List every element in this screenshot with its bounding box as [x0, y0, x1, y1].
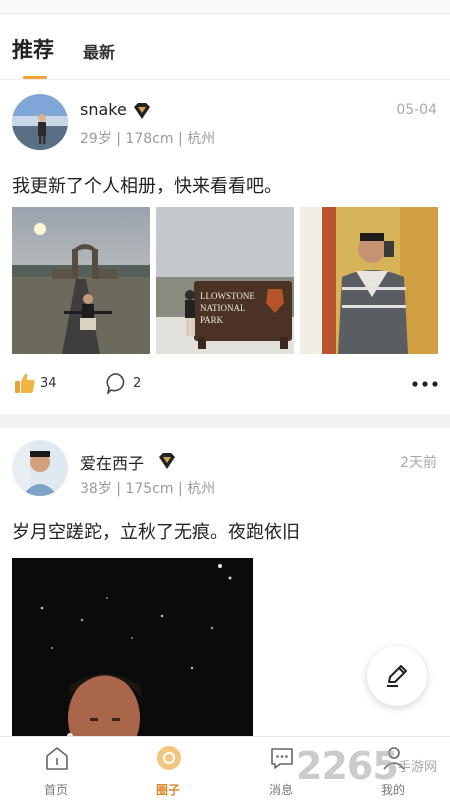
- active-tab-indicator: [23, 76, 47, 79]
- post-text: 我更新了个人相册，快来看看吧。: [12, 176, 282, 197]
- vip-badge-icon: [134, 103, 150, 119]
- pencil-icon: [387, 665, 407, 687]
- post-actions: 34 2: [0, 372, 450, 396]
- sign-text: LLOWSTONE: [200, 291, 255, 301]
- comment-icon[interactable]: [106, 372, 128, 394]
- avatar[interactable]: [12, 94, 68, 150]
- nav-label: 圈子: [155, 783, 180, 797]
- watermark-text: 手游网: [398, 760, 438, 775]
- section-divider: [0, 414, 450, 428]
- post-text: 岁月空蹉跎，立秋了无痕。夜跑依旧: [12, 522, 300, 543]
- watermark-number: 2265: [296, 744, 399, 788]
- feed-tabs: 推荐 最新: [0, 14, 450, 80]
- tab-recommended[interactable]: 推荐: [12, 34, 54, 64]
- user-meta: 38岁 | 175cm | 杭州: [80, 481, 216, 497]
- home-icon: [46, 747, 68, 770]
- post-date: 2天前: [400, 455, 437, 471]
- post-date: 05-04: [396, 102, 437, 118]
- sign-text: PARK: [200, 315, 224, 325]
- avatar[interactable]: [12, 440, 68, 496]
- thumbs-up-icon[interactable]: [14, 372, 36, 394]
- sign-text: NATIONAL: [200, 303, 246, 313]
- more-icon[interactable]: [412, 381, 438, 387]
- user-meta: 29岁 | 178cm | 杭州: [80, 131, 216, 147]
- post-photo[interactable]: [12, 558, 253, 748]
- nav-home[interactable]: 首页: [0, 737, 112, 800]
- nav-label: 首页: [43, 783, 68, 797]
- tab-latest[interactable]: 最新: [83, 39, 115, 63]
- like-count: 34: [40, 376, 57, 391]
- post-photo[interactable]: LLOWSTONE NATIONAL PARK: [156, 207, 294, 354]
- username[interactable]: snake: [80, 100, 127, 119]
- watermark: 2265 手游网: [296, 742, 446, 788]
- compose-button[interactable]: [367, 646, 427, 706]
- username[interactable]: 爱在西子: [80, 450, 144, 474]
- nav-circle[interactable]: 圈子: [112, 737, 224, 800]
- post-photo[interactable]: [12, 207, 150, 354]
- vip-badge-icon: [159, 453, 175, 469]
- message-icon: [271, 748, 293, 769]
- circle-icon: [157, 746, 181, 770]
- status-strip: [0, 0, 450, 14]
- post-card[interactable]: snake 29岁 | 178cm | 杭州 05-04 我更新了个人相册，快来…: [0, 82, 450, 412]
- post-photo[interactable]: [300, 207, 438, 354]
- comment-count: 2: [133, 376, 142, 391]
